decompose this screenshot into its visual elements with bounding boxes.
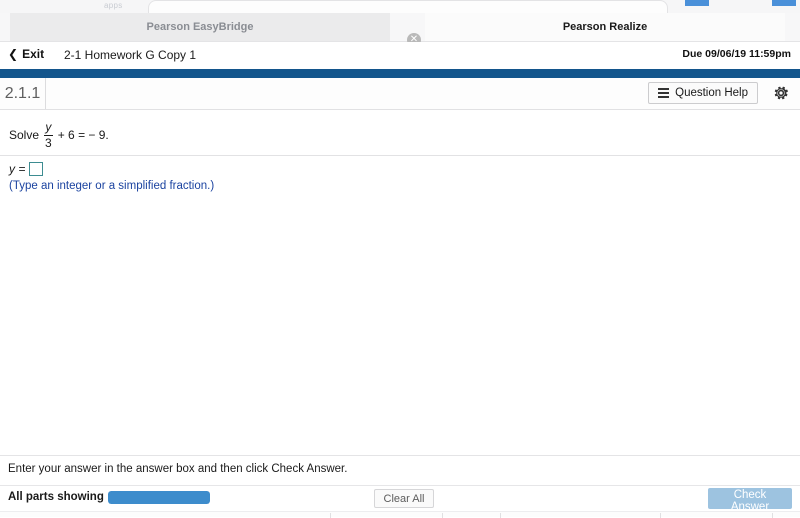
app-tab-bar: Pearson EasyBridge ✕ Pearson Realize [0, 13, 800, 47]
browser-overflow-text: apps [104, 1, 123, 10]
footer-bar: All parts showing Clear All Check Answer [0, 485, 800, 513]
check-answer-button[interactable]: Check Answer [708, 488, 792, 513]
instruction-text: Enter your answer in the answer box and … [8, 463, 348, 475]
fraction-denominator: 3 [45, 135, 52, 150]
question-number: 2.1.1 [0, 78, 46, 109]
browser-chip-left[interactable] [685, 0, 709, 6]
list-icon [658, 88, 670, 98]
answer-input[interactable] [29, 162, 44, 176]
question-help-button[interactable]: Question Help [648, 82, 758, 104]
chevron-left-icon: ❮ [8, 47, 19, 61]
clear-all-button[interactable]: Clear All [374, 489, 434, 508]
exit-label: Exit [22, 47, 45, 61]
instruction-bar: Enter your answer in the answer box and … [0, 455, 800, 485]
question-toolbar: 2.1.1 Question Help [0, 78, 800, 110]
expression-tail: + 6 = − 9. [57, 128, 109, 143]
tab-pearson-realize[interactable]: Pearson Realize [425, 13, 785, 41]
assignment-title: 2-1 Homework G Copy 1 [64, 48, 197, 62]
question-help-label: Question Help [675, 87, 748, 99]
problem-statement: Solve y 3 + 6 = − 9. [9, 121, 109, 149]
progress-bar [108, 491, 210, 504]
fraction: y 3 [43, 121, 54, 149]
tab-label: Pearson EasyBridge [146, 21, 254, 33]
answer-hint: (Type an integer or a simplified fractio… [9, 180, 215, 192]
bottom-sliver [0, 511, 800, 518]
all-parts-showing-label: All parts showing [8, 491, 104, 503]
browser-chip-right[interactable] [772, 0, 796, 6]
exit-button[interactable]: ❮ Exit [8, 47, 44, 61]
fraction-numerator: y [45, 120, 52, 134]
answer-label: y = [9, 162, 26, 176]
browser-chrome-strip: apps [0, 0, 800, 13]
due-date: Due 09/06/19 11:59pm [682, 48, 791, 60]
nav-blue-band [0, 69, 800, 78]
assignment-header: ❮ Exit 2-1 Homework G Copy 1 Due 09/06/1… [0, 42, 800, 69]
answer-divider [0, 155, 800, 156]
tab-pearson-easybridge[interactable]: Pearson EasyBridge [10, 13, 390, 41]
solve-label: Solve [9, 128, 40, 143]
question-body: Solve y 3 + 6 = − 9. y = (Type an intege… [0, 110, 800, 455]
answer-row: y = [9, 162, 44, 176]
progress-bar-fill [108, 491, 210, 504]
gear-icon[interactable] [772, 84, 790, 102]
browser-tab-stub[interactable] [148, 0, 668, 13]
tab-label: Pearson Realize [562, 21, 648, 33]
